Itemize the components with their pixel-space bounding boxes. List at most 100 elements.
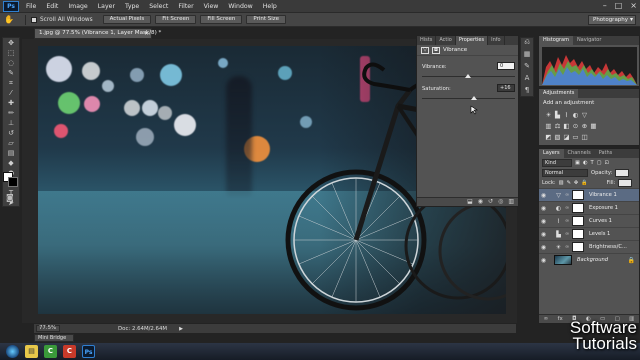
eye-icon[interactable]: ◉ xyxy=(539,218,548,225)
photoshop-taskbar-icon[interactable]: Ps xyxy=(82,345,95,358)
hand-icon[interactable]: ✋ xyxy=(4,15,20,25)
view-previous-icon[interactable]: ◉ xyxy=(478,198,483,206)
clip-to-layer-icon[interactable]: ⬓ xyxy=(467,198,473,206)
close-document-icon[interactable]: × xyxy=(144,29,149,38)
background-color-swatch[interactable] xyxy=(8,177,18,187)
lock-all-icon[interactable]: 🔒 xyxy=(581,180,587,186)
move-tool-icon[interactable]: ✥ xyxy=(3,38,19,48)
tab-histogram[interactable]: Histogram xyxy=(539,36,573,45)
visibility-icon[interactable]: ◎ xyxy=(498,198,503,206)
exposure-icon[interactable]: ◐ xyxy=(571,110,580,120)
tab-info[interactable]: Info xyxy=(488,36,505,45)
selective-color-icon[interactable]: ◫ xyxy=(580,132,589,142)
delete-icon[interactable]: ▥ xyxy=(508,198,514,206)
eyedropper-tool-icon[interactable]: ⁄ xyxy=(3,88,19,98)
menu-select[interactable]: Select xyxy=(144,3,173,10)
swatches-icon[interactable]: ▦ xyxy=(521,50,533,62)
vibrance-icon[interactable]: ▽ xyxy=(580,110,589,120)
menu-view[interactable]: View xyxy=(199,3,224,10)
quick-select-tool-icon[interactable]: ✎ xyxy=(3,68,19,78)
filter-shape-icon[interactable]: ▢ xyxy=(597,160,602,166)
hue-saturation-icon[interactable]: ▥ xyxy=(544,121,553,131)
photo-filter-icon[interactable]: ⊙ xyxy=(571,121,580,131)
tab-layers[interactable]: Layers xyxy=(539,149,564,158)
marquee-tool-icon[interactable]: ⬚ xyxy=(3,48,19,58)
file-explorer-icon[interactable]: ▤ xyxy=(25,345,38,358)
gradient-tool-icon[interactable]: ▤ xyxy=(3,148,19,158)
layer-row-vibrance[interactable]: ◉ ▽ ∞ Vibrance 1 xyxy=(539,188,639,201)
brightness-contrast-icon[interactable]: ☀ xyxy=(544,110,553,120)
curves-icon[interactable]: ⌇ xyxy=(562,110,571,120)
mini-bridge-tab[interactable]: Mini Bridge xyxy=(34,334,74,342)
layer-filter-dropdown[interactable]: Kind xyxy=(542,159,572,167)
actual-pixels-button[interactable]: Actual Pixels xyxy=(102,15,152,24)
link-icon[interactable]: ∞ xyxy=(565,231,570,237)
eye-icon[interactable]: ◉ xyxy=(539,231,548,238)
invert-icon[interactable]: ◩ xyxy=(544,132,553,142)
brush-tool-icon[interactable]: ✏ xyxy=(3,108,19,118)
link-icon[interactable]: ∞ xyxy=(565,205,570,211)
close-window-button[interactable]: × xyxy=(630,2,637,10)
lock-position-icon[interactable]: ✥ xyxy=(574,180,578,186)
brush-preset-icon[interactable]: ✎ xyxy=(521,62,533,74)
layer-row-exposure[interactable]: ◉ ◐ ∞ Exposure 1 xyxy=(539,201,639,214)
color-balance-icon[interactable]: ⚖ xyxy=(553,121,562,131)
fit-screen-button[interactable]: Fit Screen xyxy=(155,15,197,24)
vibrance-value-field[interactable]: 0 xyxy=(497,62,515,70)
zoom-level-field[interactable]: 77.5% xyxy=(36,325,60,332)
workspace-switcher[interactable]: Photography xyxy=(588,15,636,25)
tab-properties[interactable]: Properties xyxy=(455,36,489,45)
fill-screen-button[interactable]: Fill Screen xyxy=(200,15,243,24)
layer-row-background[interactable]: ◉ Background 🔒 xyxy=(539,253,639,266)
lock-image-icon[interactable]: ✎ xyxy=(566,180,570,186)
background-thumbnail[interactable] xyxy=(554,255,572,265)
threshold-icon[interactable]: ◪ xyxy=(562,132,571,142)
layer-row-levels[interactable]: ◉ ▙ ∞ Levels 1 xyxy=(539,227,639,240)
tab-channels[interactable]: Channels xyxy=(564,149,595,158)
saturation-slider-track[interactable] xyxy=(422,98,515,99)
menu-type[interactable]: Type xyxy=(120,3,144,10)
maximize-button[interactable]: □ xyxy=(615,2,623,10)
tab-navigator[interactable]: Navigator xyxy=(573,36,605,45)
layer-row-brightness[interactable]: ◉ ☀ ∞ Brightness/C... xyxy=(539,240,639,253)
eye-icon[interactable]: ◉ xyxy=(539,257,548,264)
paragraph-icon[interactable]: ¶ xyxy=(521,86,533,98)
eye-icon[interactable]: ◉ xyxy=(539,244,548,251)
channel-mixer-icon[interactable]: ⊕ xyxy=(580,121,589,131)
eye-icon[interactable]: ◉ xyxy=(539,192,548,199)
link-layers-icon[interactable]: ∞ xyxy=(544,315,549,323)
menu-filter[interactable]: Filter xyxy=(173,3,198,10)
menu-help[interactable]: Help xyxy=(258,3,282,10)
lock-transparent-icon[interactable]: ▨ xyxy=(559,180,564,186)
filter-adjustment-icon[interactable]: ◐ xyxy=(583,160,588,166)
saturation-slider-thumb[interactable] xyxy=(471,96,477,100)
filter-pixel-icon[interactable]: ▣ xyxy=(575,160,580,166)
tab-adjustments[interactable]: Adjustments xyxy=(539,89,579,98)
lasso-tool-icon[interactable]: ◌ xyxy=(3,58,19,68)
menu-file[interactable]: File xyxy=(21,3,41,10)
link-icon[interactable]: ∞ xyxy=(565,192,570,198)
filter-smart-icon[interactable]: ⊡ xyxy=(605,160,609,166)
eye-icon[interactable]: ◉ xyxy=(539,205,548,212)
layer-mask-thumbnail[interactable] xyxy=(572,242,584,252)
history-brush-tool-icon[interactable]: ↺ xyxy=(3,128,19,138)
tab-paths[interactable]: Paths xyxy=(595,149,617,158)
fill-field[interactable] xyxy=(618,179,633,187)
minimize-button[interactable]: – xyxy=(603,2,607,10)
filter-type-icon[interactable]: T xyxy=(590,160,593,166)
menu-edit[interactable]: Edit xyxy=(41,3,63,10)
vibrance-slider-thumb[interactable] xyxy=(465,74,471,78)
black-white-icon[interactable]: ◧ xyxy=(562,121,571,131)
link-icon[interactable]: ∞ xyxy=(565,244,570,250)
layer-mask-thumbnail[interactable] xyxy=(572,216,584,226)
opacity-field[interactable] xyxy=(615,169,630,177)
clone-stamp-tool-icon[interactable]: ⊥ xyxy=(3,118,19,128)
layer-row-curves[interactable]: ◉ ⌇ ∞ Curves 1 xyxy=(539,214,639,227)
menu-layer[interactable]: Layer xyxy=(93,3,120,10)
start-button-icon[interactable] xyxy=(6,345,19,358)
saturation-value-field[interactable]: +16 xyxy=(497,84,515,92)
status-menu-arrow[interactable]: ▶ xyxy=(179,326,183,332)
posterize-icon[interactable]: ▧ xyxy=(553,132,562,142)
reset-icon[interactable]: ↺ xyxy=(488,198,493,206)
eraser-tool-icon[interactable]: ▱ xyxy=(3,138,19,148)
